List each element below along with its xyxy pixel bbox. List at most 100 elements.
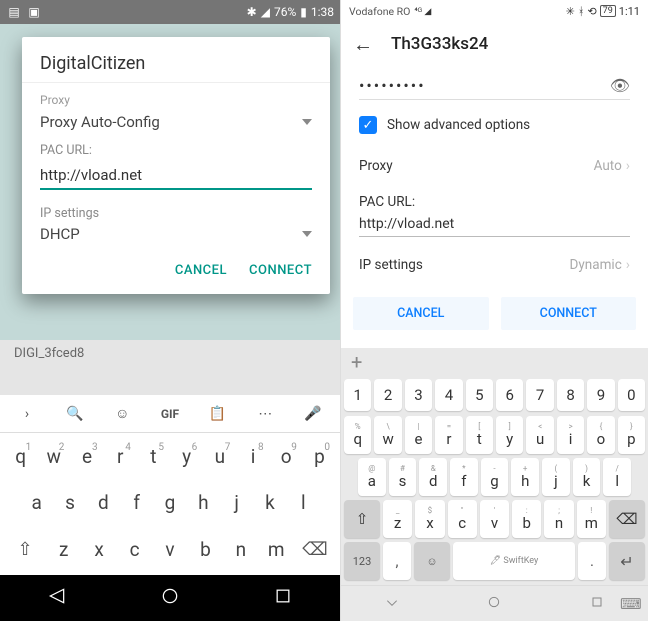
key-k[interactable]: k [253, 491, 286, 514]
nav-recent-icon[interactable] [273, 586, 293, 610]
key-2[interactable]: 2 [374, 379, 401, 411]
key-v[interactable]: v [152, 538, 187, 561]
key-0[interactable]: 0 [618, 379, 645, 411]
key-n[interactable]: ;n [544, 500, 573, 538]
shift-key[interactable]: ⇧ [344, 500, 380, 538]
key-l[interactable]: /l [603, 458, 631, 496]
comma-key[interactable]: , [383, 542, 411, 580]
plus-icon[interactable]: + [351, 350, 362, 374]
key-6[interactable]: 6 [496, 379, 523, 411]
key-k[interactable]: )k [573, 458, 601, 496]
key-r[interactable]: 4r [104, 445, 137, 468]
key-1[interactable]: 1 [344, 379, 371, 411]
key-m[interactable]: m [259, 538, 294, 561]
key-w[interactable]: \w [374, 416, 401, 454]
key-q[interactable]: 1q [4, 445, 37, 468]
key-y[interactable]: 6y [170, 445, 203, 468]
password-field[interactable]: ••••••••• [359, 76, 426, 95]
sticker-icon[interactable]: ☺ [107, 405, 137, 422]
key-t[interactable]: [t [466, 416, 493, 454]
key-8[interactable]: 8 [557, 379, 584, 411]
key-b[interactable]: b [188, 538, 223, 561]
key-s[interactable]: #s [389, 458, 417, 496]
mic-icon[interactable]: 🎤 [298, 406, 328, 422]
key-u[interactable]: 7u [203, 445, 236, 468]
key-a[interactable]: @a [358, 458, 386, 496]
enter-key[interactable]: ↵ [609, 542, 645, 580]
key-3[interactable]: 3 [405, 379, 432, 411]
key-p[interactable]: 0p [303, 445, 336, 468]
key-i[interactable]: >i [557, 416, 584, 454]
key-q[interactable]: %q [344, 416, 371, 454]
key-r[interactable]: =r [435, 416, 462, 454]
nav-home-icon[interactable] [486, 594, 502, 614]
keyboard-icon[interactable]: ⌨ [620, 595, 638, 613]
pac-url-input[interactable] [40, 162, 312, 190]
key-w[interactable]: 2w [37, 445, 70, 468]
cancel-button[interactable]: CANCEL [353, 297, 489, 330]
shift-key[interactable]: ⇧ [4, 539, 46, 560]
back-arrow-icon[interactable]: ← [353, 32, 373, 57]
key-z[interactable]: _z [383, 500, 412, 538]
connect-button[interactable]: CONNECT [249, 263, 312, 278]
key-c[interactable]: "c [448, 500, 477, 538]
key-h[interactable]: +h [511, 458, 539, 496]
period-key[interactable]: . [578, 542, 606, 580]
key-p[interactable]: }p [618, 416, 645, 454]
key-y[interactable]: ]y [496, 416, 523, 454]
cancel-button[interactable]: CANCEL [175, 263, 227, 278]
key-e[interactable]: 3e [70, 445, 103, 468]
key-d[interactable]: &d [419, 458, 447, 496]
connect-button[interactable]: CONNECT [501, 297, 637, 330]
key-g[interactable]: g [153, 491, 186, 514]
key-o[interactable]: 9o [270, 445, 303, 468]
nav-home-icon[interactable] [160, 586, 180, 610]
numbers-key[interactable]: 123 [344, 542, 380, 580]
key-d[interactable]: d [87, 491, 120, 514]
key-j[interactable]: (j [542, 458, 570, 496]
nav-down-icon[interactable] [384, 594, 400, 614]
show-advanced-checkbox[interactable]: ✓ Show advanced options [359, 108, 630, 148]
pac-url-input[interactable] [359, 212, 630, 237]
key-i[interactable]: 8i [236, 445, 269, 468]
key-l[interactable]: l [287, 491, 320, 514]
key-4[interactable]: 4 [435, 379, 462, 411]
search-icon[interactable]: 🔍 [60, 406, 90, 422]
chevron-right-icon[interactable]: › [12, 406, 42, 422]
key-s[interactable]: s [53, 491, 86, 514]
keyboard-right[interactable]: + 1234567890 %q\w|e=r[t]y<u>i{o}p @a#s&d… [341, 348, 648, 621]
key-9[interactable]: 9 [587, 379, 614, 411]
key-f[interactable]: f [120, 491, 153, 514]
key-e[interactable]: |e [405, 416, 432, 454]
key-o[interactable]: {o [587, 416, 614, 454]
key-g[interactable]: -g [481, 458, 509, 496]
key-t[interactable]: 5t [137, 445, 170, 468]
key-5[interactable]: 5 [466, 379, 493, 411]
ip-settings-dropdown[interactable]: DHCP [40, 225, 312, 243]
key-u[interactable]: <u [526, 416, 553, 454]
key-x[interactable]: x [81, 538, 116, 561]
key-v[interactable]: 'v [480, 500, 509, 538]
key-j[interactable]: j [220, 491, 253, 514]
key-7[interactable]: 7 [526, 379, 553, 411]
space-key[interactable]: 🖊 SwiftKey [453, 542, 575, 580]
backspace-key[interactable]: ⌫ [294, 539, 336, 560]
key-c[interactable]: c [117, 538, 152, 561]
eye-off-icon[interactable]: 👁 [610, 76, 630, 95]
nav-recent-icon[interactable] [589, 594, 605, 614]
key-m[interactable]: !m [577, 500, 606, 538]
key-f[interactable]: *f [450, 458, 478, 496]
proxy-row[interactable]: Proxy Auto› [359, 148, 630, 184]
gif-button[interactable]: GIF [155, 407, 185, 421]
key-z[interactable]: z [46, 538, 81, 561]
backspace-key[interactable]: ⌫ [609, 500, 645, 538]
proxy-dropdown[interactable]: Proxy Auto-Config [40, 113, 312, 131]
nav-back-icon[interactable] [47, 586, 67, 610]
key-b[interactable]: :b [512, 500, 541, 538]
more-icon[interactable]: ⋯ [250, 406, 280, 422]
ip-settings-row[interactable]: IP settings Dynamic› [359, 247, 630, 283]
key-h[interactable]: h [187, 491, 220, 514]
key-a[interactable]: a [20, 491, 53, 514]
key-n[interactable]: n [223, 538, 258, 561]
clipboard-icon[interactable]: 📋 [203, 406, 233, 422]
